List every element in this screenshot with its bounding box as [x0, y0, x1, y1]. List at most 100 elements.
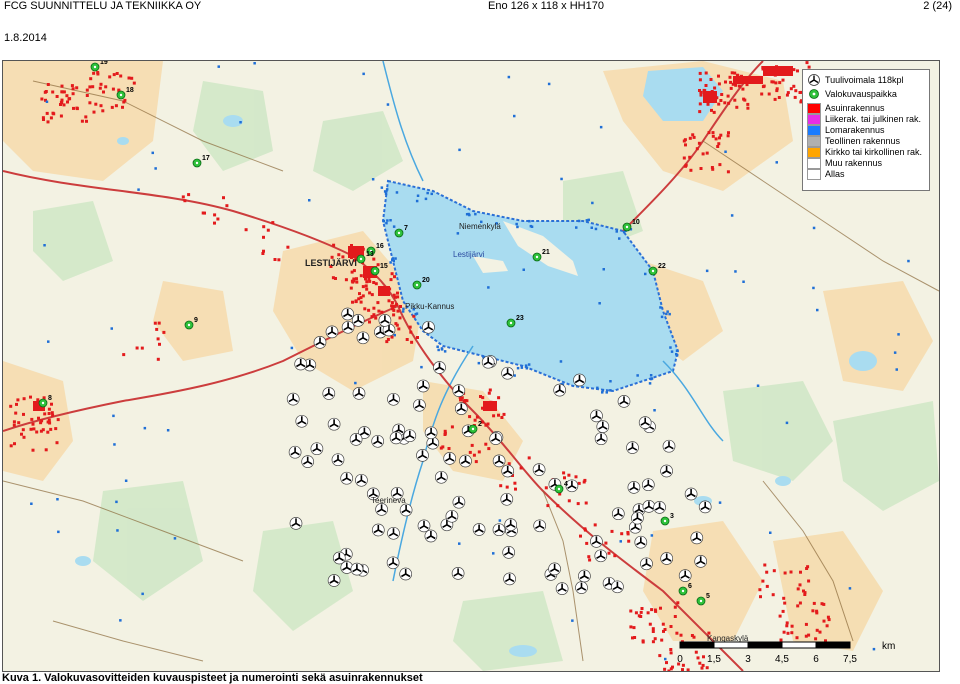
wind-turbine-icon: [638, 416, 652, 429]
residential-building: [22, 412, 25, 416]
residential-building: [798, 601, 802, 605]
residential-building: [777, 96, 781, 99]
residential-building: [70, 84, 74, 88]
residential-building: [365, 287, 369, 291]
residential-building: [733, 71, 737, 75]
holiday-building: [590, 226, 593, 229]
residential-building: [822, 619, 826, 623]
holiday-building: [436, 345, 439, 348]
residential-building: [102, 90, 105, 94]
wind-turbine-icon: [350, 562, 364, 576]
residential-building: [782, 596, 786, 600]
wind-turbine-icon: [340, 471, 354, 485]
holiday-building: [141, 592, 144, 596]
residential-building: [85, 88, 89, 92]
residential-building: [761, 85, 765, 89]
wind-turbine-icon: [532, 463, 546, 476]
residential-building: [416, 336, 419, 339]
holiday-building: [492, 552, 495, 555]
residential-building: [405, 338, 409, 341]
wind-turbine-icon: [594, 432, 608, 446]
residential-building: [484, 423, 488, 427]
holiday-building: [560, 177, 563, 181]
wind-turbine-icon: [403, 429, 417, 443]
wind-turbine-icon: [808, 74, 820, 86]
residential-building: [641, 640, 645, 644]
wind-turbine-icon: [611, 580, 624, 594]
holiday-building: [119, 619, 122, 622]
residential-building: [794, 89, 798, 93]
residential-building: [222, 196, 225, 200]
holiday-building: [393, 333, 396, 337]
residential-building: [718, 163, 722, 167]
residential-building: [30, 417, 34, 421]
residential-building: [286, 245, 290, 249]
holiday-building: [47, 340, 50, 343]
residential-building: [85, 119, 88, 123]
residential-building: [447, 447, 451, 450]
holiday-building: [498, 519, 502, 522]
wind-turbine-icon: [352, 387, 366, 400]
residential-building: [710, 108, 713, 112]
holiday-building: [547, 82, 551, 86]
photo-point-icon: [809, 89, 819, 99]
residential-building: [785, 621, 789, 625]
residential-building: [468, 415, 472, 419]
residential-building: [12, 420, 16, 424]
residential-building: [49, 427, 53, 431]
residential-building: [392, 304, 396, 308]
residential-building: [500, 416, 504, 419]
holiday-building: [173, 537, 177, 540]
wind-turbine-icon: [698, 500, 712, 514]
holiday-building: [785, 421, 789, 425]
holiday-building: [571, 619, 574, 622]
holiday-building: [112, 414, 115, 418]
scale-segment: [815, 641, 851, 649]
holiday-building: [644, 272, 647, 276]
residential-building: [770, 80, 774, 84]
holiday-building: [166, 429, 170, 432]
wind-turbine-icon: [502, 546, 516, 559]
residential-building: [735, 105, 739, 109]
residential-building: [68, 97, 72, 101]
residential-building: [692, 135, 696, 139]
residential-building: [658, 654, 662, 658]
legend-row-photo: Valokuvauspaikka: [807, 88, 897, 100]
residential-building: [80, 119, 84, 123]
label-niemenkyla: Niemenkylä: [459, 222, 501, 231]
residential-building: [546, 504, 550, 508]
holiday-building: [528, 219, 531, 223]
residential-building: [629, 609, 633, 613]
residential-building: [108, 75, 112, 79]
wind-turbine-icon: [325, 325, 339, 339]
wind-turbine-icon: [452, 495, 466, 509]
residential-building: [682, 156, 686, 160]
holiday-building: [389, 219, 392, 222]
residential-building: [20, 432, 23, 436]
residential-building: [704, 71, 708, 75]
residential-building: [273, 258, 277, 261]
label-lake: Lestijärvi: [453, 250, 485, 259]
residential-building: [41, 428, 45, 432]
wind-turbine-icon: [492, 454, 506, 468]
residential-building: [499, 484, 503, 488]
holiday-building: [354, 381, 357, 385]
holiday-building: [907, 259, 910, 263]
holiday-building: [385, 221, 388, 225]
residential-building: [717, 74, 720, 78]
holiday-building: [724, 150, 727, 153]
residential-building: [46, 83, 50, 86]
residential-building: [42, 118, 45, 121]
map-canvas[interactable]: 19 18 17 1613 15 20 9 8 2 10 21 22 23 4 3 5 6 7 LESTIJÄRV…: [3, 61, 939, 671]
legend-row: Allas: [807, 168, 845, 180]
residential-building: [562, 471, 566, 475]
residential-building: [815, 609, 819, 613]
legend-swatch: [807, 124, 821, 136]
residential-building: [17, 421, 21, 425]
map-frame[interactable]: 19 18 17 16 13 15 20 9 8 2 10 21 22 23 4 3 5 6 7 LESTIJÄRV…: [2, 60, 940, 672]
holiday-building: [529, 224, 533, 228]
residential-building: [807, 579, 811, 583]
residential-building: [782, 630, 786, 634]
holiday-building: [290, 346, 294, 350]
residential-building: [332, 243, 336, 247]
